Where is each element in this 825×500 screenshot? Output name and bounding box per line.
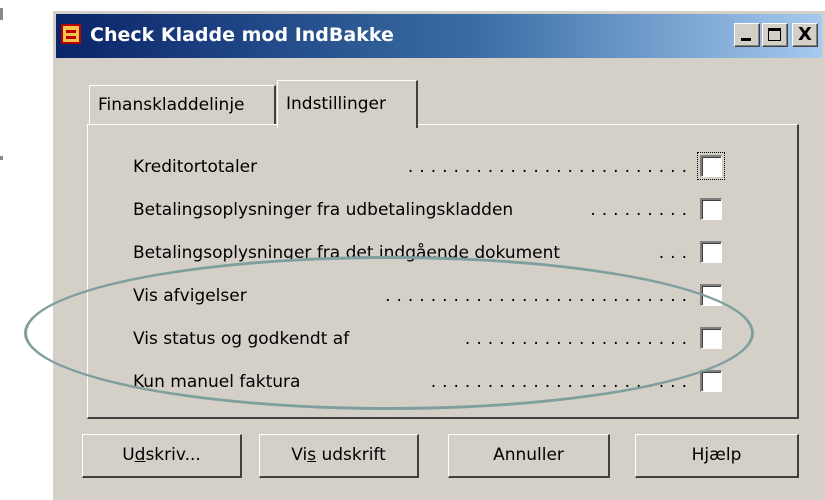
leader-dots: ........................... — [385, 286, 693, 306]
leader-dots: .................... — [464, 329, 693, 349]
preview-button[interactable]: Vis udskrift — [259, 434, 419, 478]
checkbox-kun-manuel-faktura[interactable] — [700, 370, 722, 392]
close-icon: X — [798, 24, 812, 45]
option-label: Kreditortotaler — [133, 157, 258, 177]
dialog-window: Check Kladde mod IndBakke X Finanskladde… — [52, 10, 825, 500]
minimize-icon — [741, 38, 751, 41]
leader-dots: ... — [658, 243, 693, 263]
option-row-betalingsoplysninger-dokument: ... Betalingsoplysninger fra det indgåen… — [133, 239, 722, 271]
option-row-vis-afvigelser: ........................... Vis afvigels… — [133, 282, 722, 314]
background-divider — [0, 156, 3, 160]
checkbox-betalingsoplysninger-udbetaling[interactable] — [700, 198, 722, 220]
tab-indstillinger[interactable]: Indstillinger — [277, 80, 418, 128]
option-label: Betalingsoplysninger fra udbetalingsklad… — [133, 200, 514, 220]
option-row-kun-manuel-faktura: ....................... Kun manuel faktu… — [133, 368, 722, 400]
cancel-button[interactable]: Annuller — [448, 434, 610, 478]
minimize-button[interactable] — [734, 23, 760, 47]
settings-panel: ......................... Kreditortotale… — [87, 124, 799, 419]
window-title: Check Kladde mod IndBakke — [90, 24, 394, 46]
title-bar[interactable]: Check Kladde mod IndBakke X — [56, 14, 822, 58]
leader-dots: ....................... — [430, 372, 693, 392]
checkbox-betalingsoplysninger-dokument[interactable] — [700, 241, 722, 263]
focus-rectangle — [697, 152, 725, 180]
maximize-icon — [768, 28, 781, 41]
option-row-vis-status: .................... Vis status og godke… — [133, 325, 722, 357]
checkbox-vis-status[interactable] — [700, 327, 722, 349]
option-row-betalingsoplysninger-udbetaling: ......... Betalingsoplysninger fra udbet… — [133, 196, 722, 228]
checkbox-vis-afvigelser[interactable] — [700, 284, 722, 306]
tab-finanskladdelinje[interactable]: Finanskladdelinje — [89, 85, 276, 125]
option-row-kreditortotaler: ......................... Kreditortotale… — [133, 152, 725, 185]
close-button[interactable]: X — [792, 23, 818, 47]
app-document-icon — [61, 24, 81, 44]
maximize-button[interactable] — [762, 23, 788, 47]
option-label: Kun manuel faktura — [133, 372, 301, 392]
option-label: Vis status og godkendt af — [133, 329, 350, 349]
option-label: Betalingsoplysninger fra det indgående d… — [133, 243, 561, 263]
help-button[interactable]: Hjælp — [635, 434, 799, 478]
option-label: Vis afvigelser — [133, 286, 247, 306]
leader-dots: ......... — [590, 200, 693, 220]
leader-dots: ......................... — [407, 157, 693, 177]
print-button[interactable]: Udskriv... — [82, 434, 242, 478]
background-divider — [0, 8, 3, 20]
